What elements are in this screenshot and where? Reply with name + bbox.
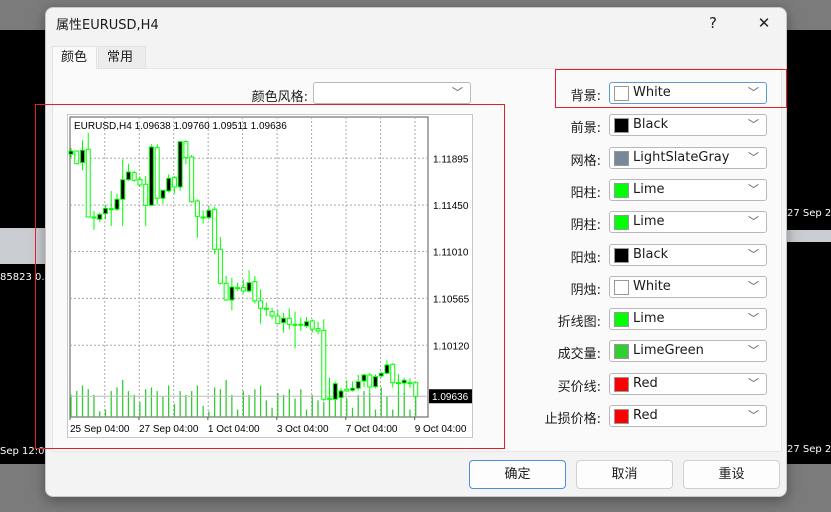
close-button[interactable]: ✕ xyxy=(749,10,779,36)
color-select[interactable]: Black ﹀ xyxy=(609,114,767,137)
color-select[interactable]: LightSlateGray ﹀ xyxy=(609,146,767,169)
chevron-down-icon: ﹀ xyxy=(748,118,759,132)
color-swatch xyxy=(614,215,629,231)
chevron-down-icon: ﹀ xyxy=(748,150,759,164)
color-label: 网格: xyxy=(570,153,601,169)
chevron-down-icon: ﹀ xyxy=(452,86,463,99)
properties-dialog: 属性EURUSD,H4 ? ✕ 颜色 常用 颜色风格: ﹀ 背景: White ﹀ 前… xyxy=(35,7,787,497)
color-select[interactable]: Lime ﹀ xyxy=(609,178,767,201)
color-value: Black xyxy=(633,117,669,133)
color-label: 阳柱: xyxy=(570,185,601,201)
background-chart-right-bottom xyxy=(786,242,831,464)
highlight-box-background xyxy=(555,69,787,108)
color-value: Lime xyxy=(633,214,665,230)
color-select[interactable]: Black ﹀ xyxy=(609,243,767,266)
color-swatch xyxy=(614,247,629,263)
color-swatch xyxy=(614,118,629,134)
chevron-down-icon: ﹀ xyxy=(748,409,759,422)
color-value: LightSlateGray xyxy=(633,149,730,165)
color-value: LimeGreen xyxy=(633,343,704,359)
chevron-down-icon: ﹀ xyxy=(748,182,759,196)
color-value: White xyxy=(633,278,671,294)
chevron-down-icon: ﹀ xyxy=(748,279,759,293)
color-value: Red xyxy=(633,375,658,391)
color-label: 阴烛: xyxy=(570,282,601,298)
color-value: Lime xyxy=(633,311,665,327)
highlight-box-preview xyxy=(35,104,505,449)
color-label: 成交量: xyxy=(557,347,601,363)
background-date-text: 27 Sep 20 xyxy=(787,208,831,219)
color-select[interactable]: Red ﹀ xyxy=(609,372,767,395)
color-swatch xyxy=(614,150,629,166)
background-chart-right-top xyxy=(786,30,831,230)
color-label: 阴柱: xyxy=(570,218,601,234)
color-swatch xyxy=(614,312,629,328)
color-label: 止损价格: xyxy=(544,412,601,427)
color-swatch xyxy=(614,376,629,392)
color-value: Red xyxy=(633,408,658,423)
tab-common[interactable]: 常用 xyxy=(98,46,146,69)
color-value: Black xyxy=(633,246,669,262)
background-toolbar-right xyxy=(786,230,831,242)
color-label: 阳烛: xyxy=(570,250,601,266)
color-value: Lime xyxy=(633,181,665,197)
color-select[interactable]: Lime ﹀ xyxy=(609,211,767,234)
color-select[interactable]: LimeGreen ﹀ xyxy=(609,340,767,363)
color-scheme-select[interactable]: ﹀ xyxy=(313,82,471,104)
chevron-down-icon: ﹀ xyxy=(748,344,759,358)
color-label: 折线图: xyxy=(557,315,601,331)
color-select[interactable]: Lime ﹀ xyxy=(609,308,767,331)
tab-colors[interactable]: 颜色 xyxy=(52,46,97,69)
color-swatch xyxy=(614,409,629,424)
color-swatch xyxy=(614,182,629,198)
chevron-down-icon: ﹀ xyxy=(748,376,759,390)
chevron-down-icon: ﹀ xyxy=(748,215,759,229)
background-date-text: 27 Sep 20 xyxy=(787,444,831,455)
dialog-title: 属性EURUSD,H4 xyxy=(56,18,159,33)
color-label: 买价线: xyxy=(557,379,601,395)
color-swatch xyxy=(614,344,629,360)
color-scheme-label: 颜色风格: xyxy=(251,90,308,105)
color-select[interactable]: Red ﹀ xyxy=(609,405,767,427)
ok-button[interactable]: 确定 xyxy=(469,460,566,489)
color-select[interactable]: White ﹀ xyxy=(609,275,767,298)
color-label: 前景: xyxy=(570,121,601,137)
color-swatch xyxy=(614,279,629,295)
reset-button[interactable]: 重设 xyxy=(683,460,780,489)
help-button[interactable]: ? xyxy=(698,10,728,36)
chevron-down-icon: ﹀ xyxy=(748,312,759,326)
cancel-button[interactable]: 取消 xyxy=(576,460,673,489)
chevron-down-icon: ﹀ xyxy=(748,247,759,261)
